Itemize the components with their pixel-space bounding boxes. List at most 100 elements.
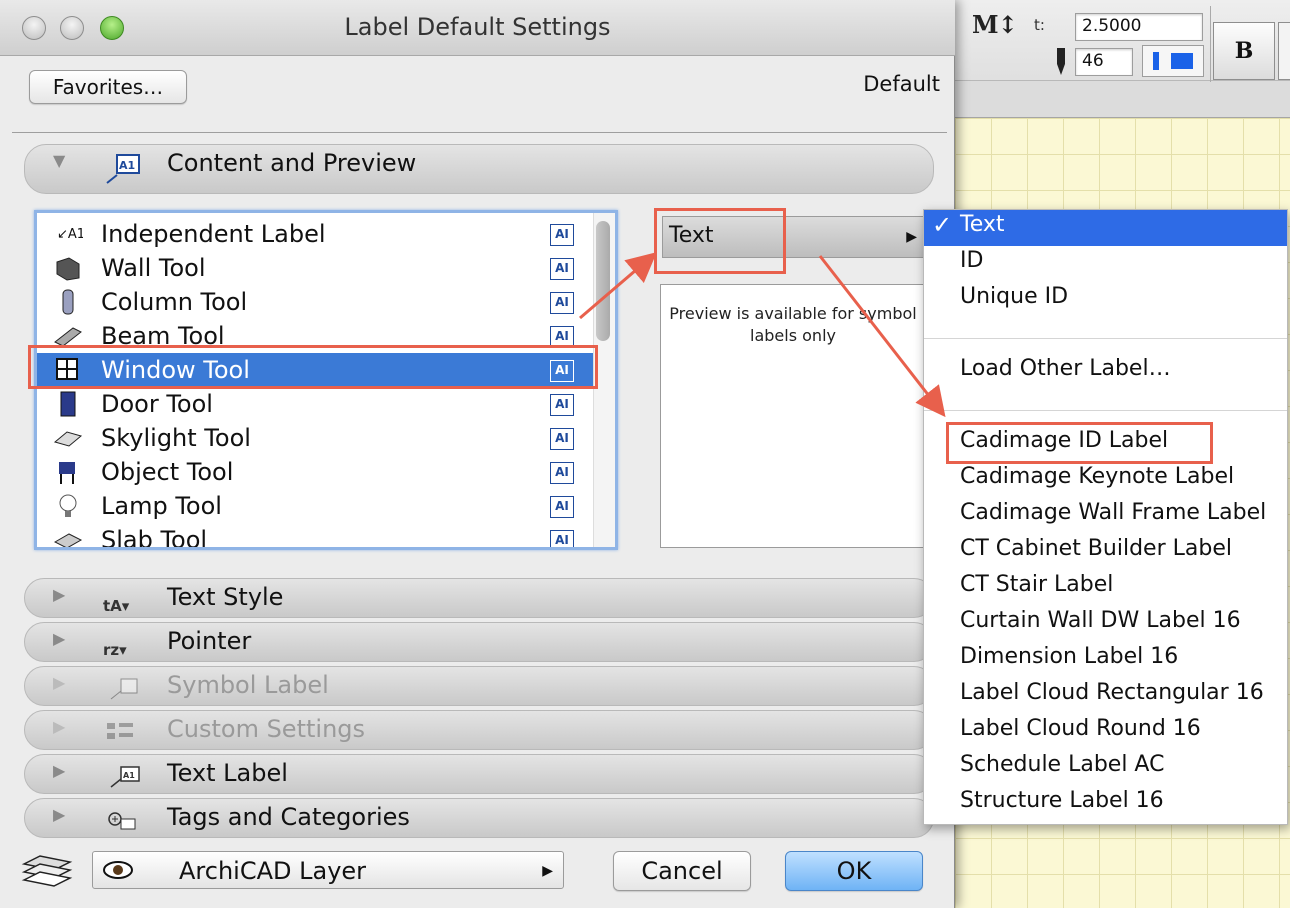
label-preview-box: Preview is available for symbol labels o… [660, 284, 924, 548]
ai-badge-icon[interactable]: AI [550, 428, 574, 450]
list-item-label: Lamp Tool [101, 492, 222, 520]
text-style-icon: tA▾ [103, 597, 130, 615]
ai-badge-icon[interactable]: AI [550, 292, 574, 314]
label-type-highlight [654, 208, 786, 274]
menu-item-ct-stair-label[interactable]: CT Stair Label [924, 570, 1287, 606]
pointer-icon: rz▾ [103, 641, 127, 659]
collapsed-triangle-icon: ▶ [53, 717, 66, 736]
title-bar: Label Default Settings [0, 0, 955, 56]
label-default-settings-dialog: Label Default Settings Favorites… Defaul… [0, 0, 955, 908]
menu-item-label-cloud-round[interactable]: Label Cloud Round 16 [924, 714, 1287, 750]
door-tool-icon [60, 391, 76, 417]
list-item-label: Object Tool [101, 458, 234, 486]
menu-item-label: Text [960, 212, 1005, 237]
lamp-tool-icon [59, 494, 77, 517]
list-item-label: Wall Tool [101, 254, 206, 282]
ok-button[interactable]: OK [785, 851, 923, 891]
panel-text-label[interactable]: ▶ A1 Text Label [24, 754, 934, 794]
menu-separator [924, 338, 1287, 339]
ai-badge-icon[interactable]: AI [550, 224, 574, 246]
menu-item-label: Load Other Label… [960, 356, 1171, 381]
list-scroll-thumb[interactable] [596, 221, 610, 341]
menu-item-label: Cadimage Keynote Label [960, 464, 1235, 489]
content-preview-icon: A1 [106, 154, 140, 184]
panel-title: Pointer [167, 627, 252, 655]
menu-item-text[interactable]: ✓ Text [924, 210, 1287, 246]
object-tool-icon [59, 462, 75, 484]
tags-categories-icon [108, 812, 136, 830]
list-item-column-tool[interactable]: Column Tool AI [37, 285, 593, 319]
ai-badge-icon[interactable]: AI [550, 258, 574, 280]
header-divider [12, 132, 947, 133]
pen-number-field[interactable]: 46 [1075, 48, 1133, 76]
collapsed-triangle-icon[interactable]: ▶ [53, 629, 65, 648]
svg-text:A1: A1 [119, 159, 135, 172]
collapsed-triangle-icon[interactable]: ▶ [53, 805, 65, 824]
independent-label-icon: ↙A1 [57, 227, 83, 242]
checkmark-icon: ✓ [932, 211, 953, 239]
list-item-skylight-tool[interactable]: Skylight Tool AI [37, 421, 593, 455]
panel-title: Text Label [167, 759, 288, 787]
collapsed-triangle-icon: ▶ [53, 673, 66, 692]
text-height-label: t: [1034, 16, 1045, 34]
label-type-menu[interactable]: ✓ Text ID Unique ID Load Other Label… Ca… [923, 209, 1288, 825]
menu-item-schedule-label-ac[interactable]: Schedule Label AC [924, 750, 1287, 786]
next-style-button[interactable] [1278, 22, 1290, 80]
cadimage-id-highlight [946, 422, 1213, 464]
panel-title: Tags and Categories [167, 803, 410, 831]
collapsed-triangle-icon[interactable]: ▶ [53, 761, 65, 780]
menu-item-label: Label Cloud Rectangular 16 [960, 680, 1264, 705]
expanded-triangle-icon[interactable]: ▼ [53, 151, 65, 170]
ai-badge-icon[interactable]: AI [550, 394, 574, 416]
toolbar-divider [1210, 6, 1211, 82]
menu-item-structure-label[interactable]: Structure Label 16 [924, 786, 1287, 822]
layer-popup[interactable]: ArchiCAD Layer ▶ [92, 851, 564, 889]
column-tool-icon [62, 289, 74, 315]
svg-text:rz▾: rz▾ [103, 641, 127, 659]
menu-item-label-cloud-rectangular[interactable]: Label Cloud Rectangular 16 [924, 678, 1287, 714]
list-item-label: Door Tool [101, 390, 213, 418]
menu-item-label: CT Cabinet Builder Label [960, 536, 1232, 561]
menu-item-curtain-wall-dw-label[interactable]: Curtain Wall DW Label 16 [924, 606, 1287, 642]
popup-arrow-icon: ▶ [542, 863, 553, 879]
layer-name: ArchiCAD Layer [179, 857, 367, 885]
bold-button[interactable]: B [1213, 22, 1275, 80]
window-title: Label Default Settings [344, 13, 611, 41]
panel-title: Custom Settings [167, 715, 366, 743]
menu-item-cadimage-wall-frame-label[interactable]: Cadimage Wall Frame Label [924, 498, 1287, 534]
list-item-independent-label[interactable]: ↙A1 Independent Label AI [37, 217, 593, 251]
custom-settings-icon [107, 723, 133, 739]
menu-item-ct-cabinet-builder-label[interactable]: CT Cabinet Builder Label [924, 534, 1287, 570]
menu-item-dimension-label[interactable]: Dimension Label 16 [924, 642, 1287, 678]
ai-badge-icon[interactable]: AI [550, 462, 574, 484]
text-height-field[interactable]: 2.5000 [1075, 13, 1203, 41]
favorites-button[interactable]: Favorites… [29, 70, 187, 104]
menu-item-label: Structure Label 16 [960, 788, 1164, 813]
ai-badge-icon[interactable]: AI [550, 530, 574, 547]
menu-item-cadimage-keynote-label[interactable]: Cadimage Keynote Label [924, 462, 1287, 498]
menu-item-label: Unique ID [960, 284, 1069, 309]
panel-text-style[interactable]: ▶ tA▾ Text Style [24, 578, 934, 618]
menu-item-unique-id[interactable]: Unique ID [924, 282, 1287, 318]
list-item-label: Skylight Tool [101, 424, 251, 452]
pen-color-swatch[interactable] [1142, 45, 1204, 77]
eye-icon [103, 861, 133, 879]
list-item-wall-tool[interactable]: Wall Tool AI [37, 251, 593, 285]
skylight-tool-icon [53, 431, 83, 447]
menu-item-id[interactable]: ID [924, 246, 1287, 282]
list-item-slab-tool[interactable]: Slab Tool AI [37, 523, 593, 547]
cancel-button[interactable]: Cancel [613, 851, 751, 891]
collapsed-triangle-icon[interactable]: ▶ [53, 585, 65, 604]
svg-text:↙A1: ↙A1 [57, 227, 83, 242]
list-item-lamp-tool[interactable]: Lamp Tool AI [37, 489, 593, 523]
menu-item-load-other-label[interactable]: Load Other Label… [924, 354, 1287, 390]
list-item-door-tool[interactable]: Door Tool AI [37, 387, 593, 421]
panel-pointer[interactable]: ▶ rz▾ Pointer [24, 622, 934, 662]
panel-tags-and-categories[interactable]: ▶ Tags and Categories [24, 798, 934, 838]
panel-content-and-preview[interactable]: ▼ A1 Content and Preview [24, 144, 934, 194]
default-label: Default [863, 72, 940, 96]
list-item-object-tool[interactable]: Object Tool AI [37, 455, 593, 489]
ai-badge-icon[interactable]: AI [550, 496, 574, 518]
menu-item-label: Curtain Wall DW Label 16 [960, 608, 1241, 633]
menu-separator [924, 410, 1287, 411]
